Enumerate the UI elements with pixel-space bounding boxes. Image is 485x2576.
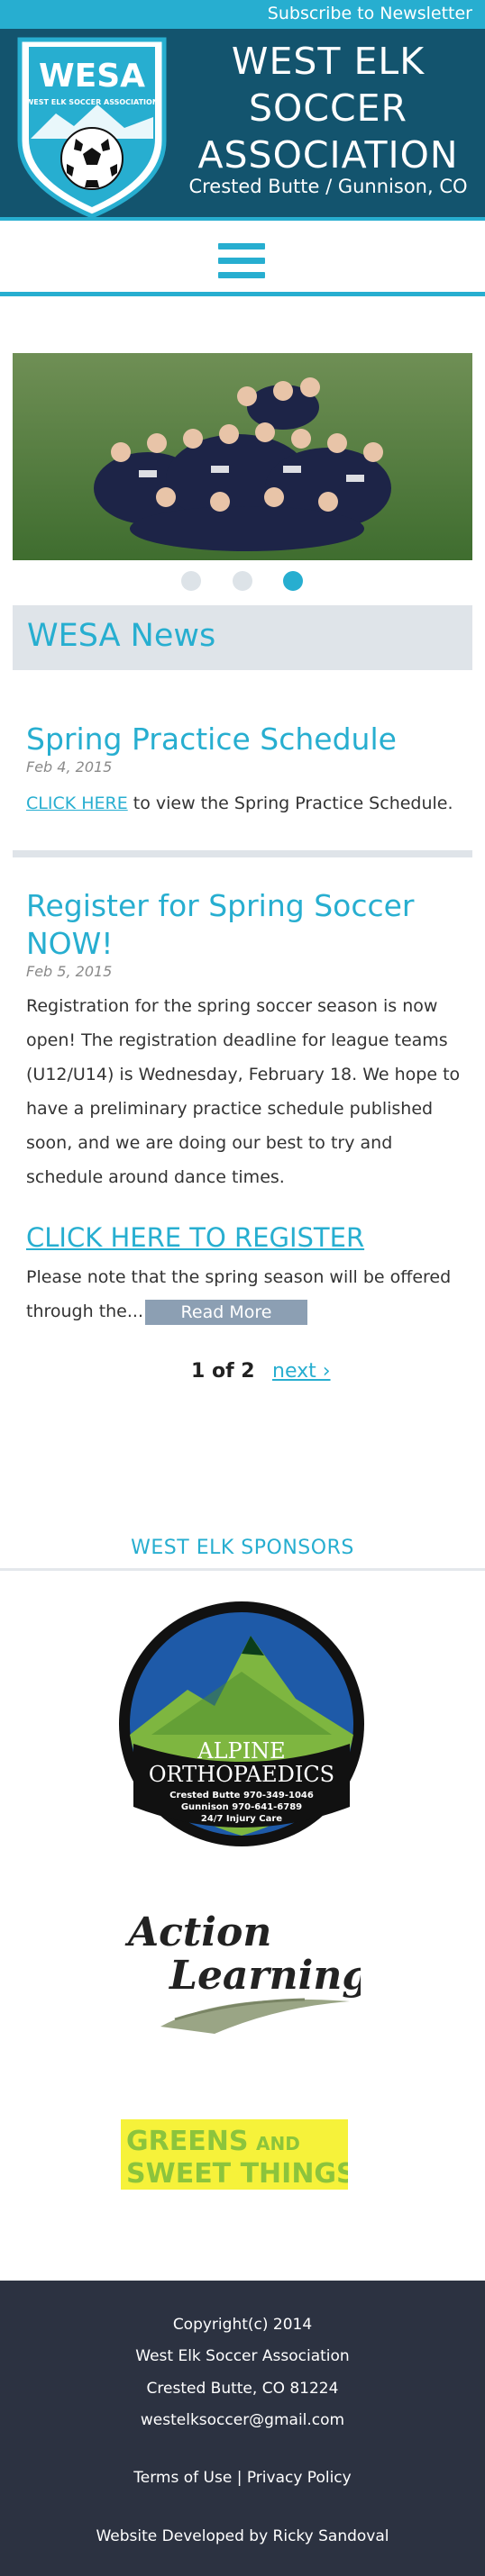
main-nav [0,224,485,296]
site-header: WESA WEST ELK SOCCER ASSOCIATION WEST EL… [0,29,485,221]
privacy-policy-link[interactable]: Privacy Policy [247,2469,352,2487]
top-bar: Subscribe to Newsletter [0,0,485,29]
footer-address: Crested Butte, CO 81224 [146,2380,339,2398]
post-divider [13,850,472,857]
footer-org: West Elk Soccer Association [135,2347,350,2365]
post-title-register[interactable]: Register for Spring Soccer NOW! [26,887,459,963]
svg-text:Crested Butte 970-349-1046: Crested Butte 970-349-1046 [169,1791,314,1800]
news-heading: WESA News [27,618,216,654]
read-more-button[interactable]: Read More [145,1300,307,1325]
subscribe-newsletter-link[interactable]: Subscribe to Newsletter [268,4,472,23]
footer-legal-links: Terms of Use | Privacy Policy [133,2469,352,2487]
logo-ring-text: WEST ELK SOCCER ASSOCIATION [25,98,158,106]
svg-text:AND: AND [256,2133,300,2154]
post-date: Feb 4, 2015 [26,758,113,776]
footer-credit: Website Developed by Ricky Sandoval [96,2527,389,2545]
svg-text:GREENS: GREENS [126,2126,248,2157]
sponsor-alpine-orthopaedics-logo[interactable]: ALPINE ORTHOPAEDICS Crested Butte 970-34… [115,1600,368,1848]
sponsors-heading: WEST ELK SPONSORS [131,1537,354,1559]
svg-text:ALPINE: ALPINE [197,1738,285,1764]
footer-copyright: Copyright(c) 2014 [172,2316,313,2334]
news-section-header: WESA News [13,605,472,670]
svg-text:Learning: Learning [168,1953,361,1999]
slider-dot-1[interactable] [181,571,201,591]
sponsor-greens-and-sweet-things-logo[interactable]: GREENS AND SWEET THINGS [121,2119,348,2190]
pager-current: 1 of 2 [191,1360,255,1383]
slider-dot-3[interactable] [283,571,303,591]
footer-email-link[interactable]: westelksoccer@gmail.com [141,2411,344,2429]
svg-text:Action: Action [124,1909,271,1955]
post-title-spring-practice[interactable]: Spring Practice Schedule [26,721,459,758]
svg-text:ORTHOPAEDICS: ORTHOPAEDICS [149,1762,334,1787]
pager-next-link[interactable]: next › [272,1360,331,1383]
site-footer: Copyright(c) 2014 West Elk Soccer Associ… [0,2281,485,2576]
svg-text:24/7 Injury Care: 24/7 Injury Care [201,1814,282,1824]
logo-text: WESA [39,58,145,95]
post-date: Feb 5, 2015 [26,963,113,980]
hamburger-menu-icon[interactable] [218,243,265,279]
svg-text:SWEET THINGS: SWEET THINGS [126,2158,348,2190]
wesa-logo[interactable]: WESA WEST ELK SOCCER ASSOCIATION [11,32,173,220]
post-body: Registration for the spring soccer seaso… [26,996,461,1187]
team-photo [13,353,472,560]
sponsor-action-learning-logo[interactable]: Action Learning [124,1900,361,2036]
post-body: CLICK HERE to view the Spring Practice S… [26,794,453,813]
register-link[interactable]: CLICK HERE TO REGISTER [26,1222,364,1253]
slider-dot-2[interactable] [233,571,252,591]
terms-of-use-link[interactable]: Terms of Use [133,2469,232,2487]
sponsors-divider [0,1568,485,1571]
slider-dots [0,571,485,593]
image-slider[interactable] [13,353,472,560]
practice-schedule-link[interactable]: CLICK HERE [26,794,128,813]
footer-email: westelksoccer@gmail.com [0,2411,485,2429]
site-title: WEST ELK SOCCER ASSOCIATION [197,40,459,177]
site-subtitle: Crested Butte / Gunnison, CO [188,176,468,197]
svg-text:Gunnison 970-641-6789: Gunnison 970-641-6789 [181,1802,302,1812]
